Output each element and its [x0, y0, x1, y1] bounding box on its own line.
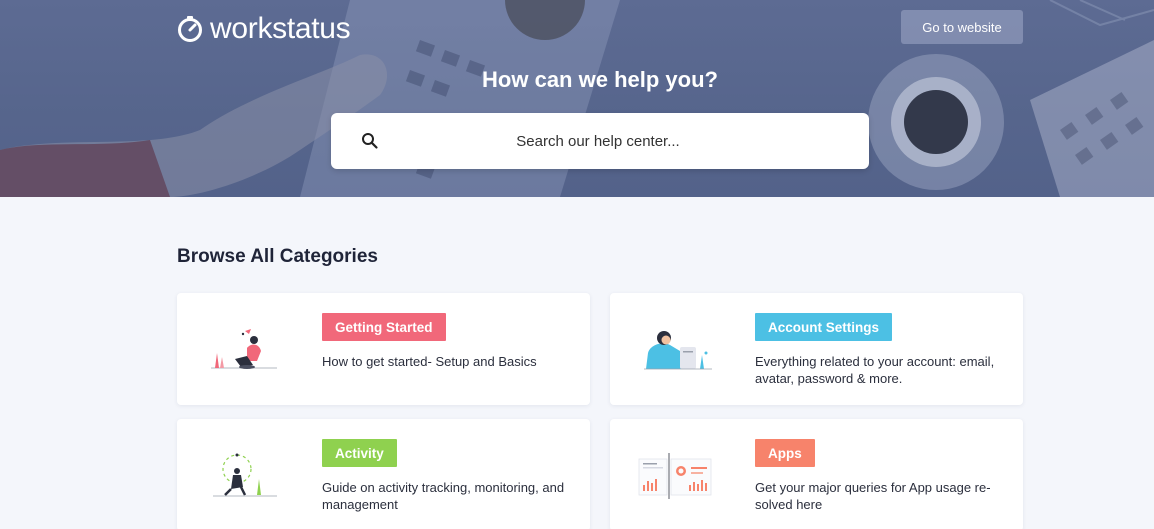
search-input[interactable]	[391, 113, 805, 169]
activity-illustration	[213, 453, 277, 497]
page-title: How can we help you?	[482, 67, 718, 92]
search-box[interactable]	[331, 113, 869, 169]
badge-getting-started[interactable]: Getting Started	[322, 313, 446, 341]
category-card-activity[interactable]: Activity Guide on activity tracking, mon…	[177, 419, 590, 529]
category-card-account-settings[interactable]: Account Settings Everything related to y…	[610, 293, 1023, 405]
account-settings-illustration	[644, 331, 712, 370]
workstatus-logo[interactable]: workstatus	[176, 12, 351, 46]
category-description: Guide on activity tracking, monitoring, …	[322, 480, 565, 512]
section-title: Browse All Categories	[177, 246, 378, 267]
badge-apps[interactable]: Apps	[755, 439, 815, 467]
apps-illustration	[638, 453, 712, 499]
logo-text: workstatus	[210, 12, 351, 45]
category-card-getting-started[interactable]: Getting Started How to get started- Setu…	[177, 293, 590, 405]
badge-activity[interactable]: Activity	[322, 439, 397, 467]
go-to-website-button[interactable]: Go to website	[901, 10, 1023, 44]
search-icon[interactable]	[361, 132, 379, 150]
category-description: Get your major queries for App usage re-…	[755, 480, 991, 512]
category-description: Everything related to your account: emai…	[755, 354, 995, 386]
badge-account-settings[interactable]: Account Settings	[755, 313, 893, 341]
stopwatch-icon	[178, 16, 202, 42]
hero-banner: workstatus Go to website How can we help…	[0, 0, 1154, 197]
category-card-apps[interactable]: Apps Get your major queries for App usag…	[610, 419, 1023, 529]
getting-started-illustration	[211, 329, 277, 369]
category-description: How to get started- Setup and Basics	[322, 354, 537, 369]
